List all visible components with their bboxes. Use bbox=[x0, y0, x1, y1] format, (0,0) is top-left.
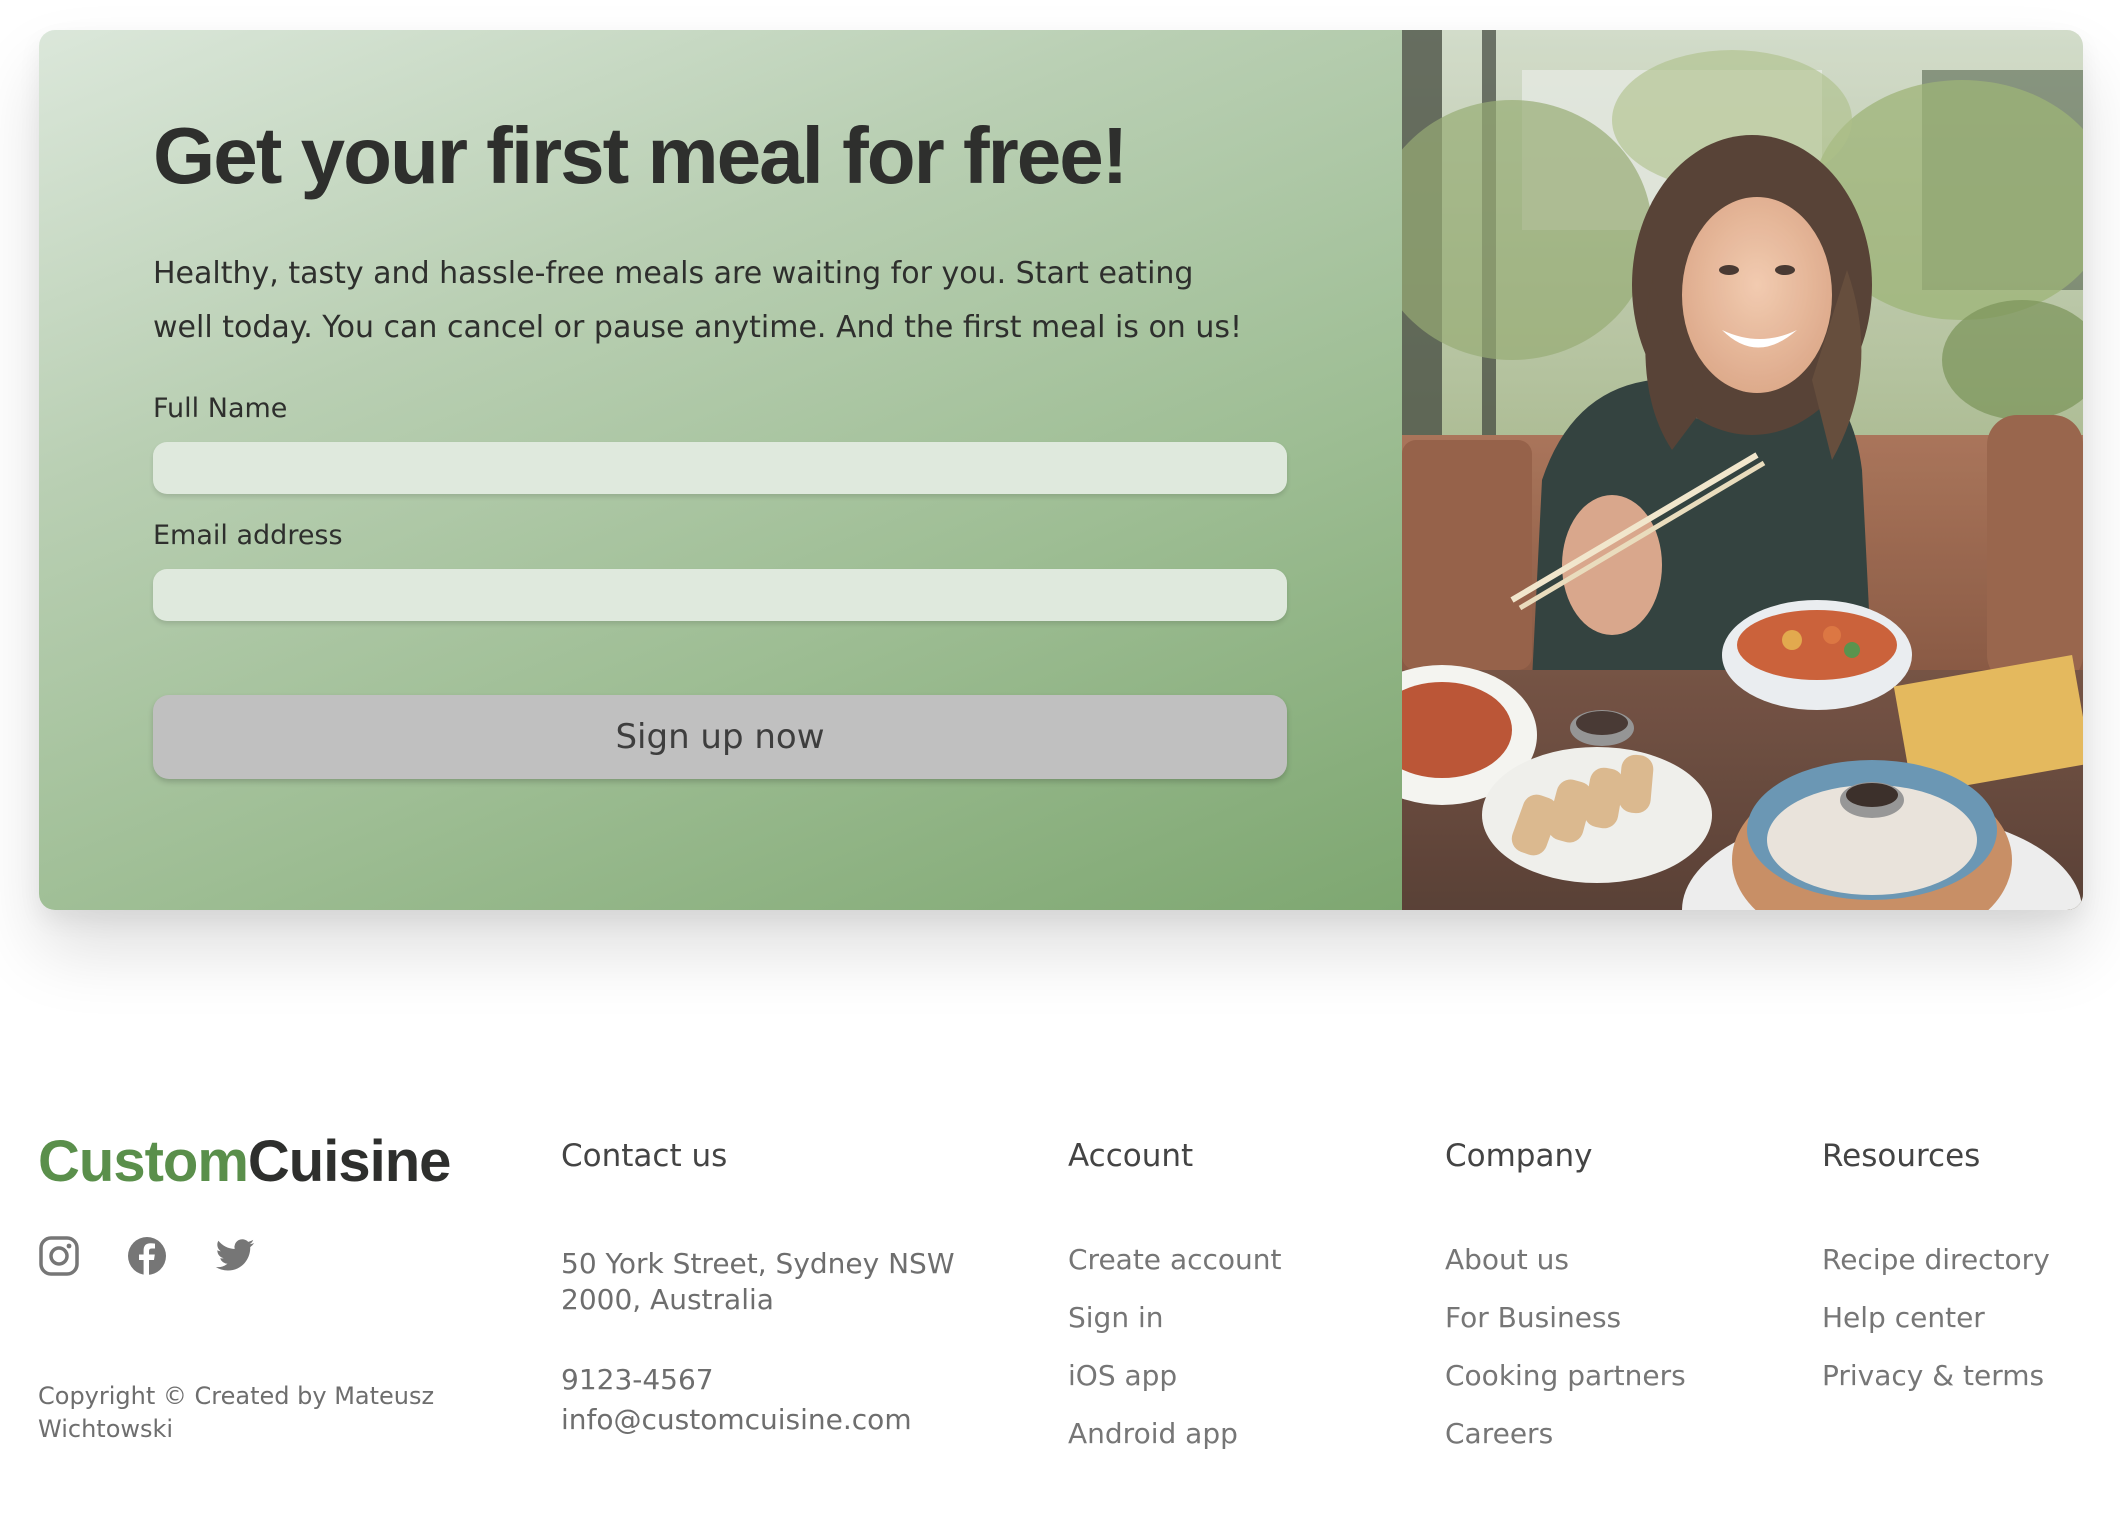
footer-column-company: Company About us For Business Cooking pa… bbox=[1445, 1138, 1686, 1450]
email-input[interactable] bbox=[153, 569, 1287, 621]
footer-column-resources: Resources Recipe directory Help center P… bbox=[1822, 1138, 2050, 1392]
copyright-text: Copyright © Created by Mateusz Wichtowsk… bbox=[38, 1382, 435, 1443]
brand-logo[interactable]: CustomCuisine bbox=[38, 1129, 451, 1194]
twitter-icon[interactable] bbox=[214, 1235, 256, 1277]
contact-details: 9123-4567 info@customcuisine.com bbox=[561, 1360, 912, 1440]
full-name-label: Full Name bbox=[153, 393, 288, 424]
sign-up-button[interactable]: Sign up now bbox=[153, 695, 1287, 779]
privacy-terms-link[interactable]: Privacy & terms bbox=[1822, 1359, 2044, 1392]
signup-form: Full Name Email address Sign up now bbox=[153, 393, 1288, 779]
address-line-2: 2000, Australia bbox=[561, 1283, 774, 1316]
email-link[interactable]: info@customcuisine.com bbox=[561, 1403, 912, 1436]
cta-photo bbox=[1402, 30, 2083, 910]
recipe-directory-link[interactable]: Recipe directory bbox=[1822, 1243, 2050, 1276]
cta-description: Healthy, tasty and hassle-free meals are… bbox=[153, 256, 1243, 345]
phone-link[interactable]: 9123-4567 bbox=[561, 1363, 714, 1396]
resources-links: Recipe directory Help center Privacy & t… bbox=[1822, 1240, 2102, 1414]
cta-card: Get your first meal for free! Healthy, t… bbox=[39, 30, 2083, 910]
contact-heading: Contact us bbox=[561, 1138, 728, 1174]
address-line-1: 50 York Street, Sydney NSW bbox=[561, 1247, 955, 1280]
company-heading: Company bbox=[1445, 1138, 1593, 1174]
woman-eating-dumplings-photo bbox=[1402, 30, 2083, 910]
cta-title: Get your first meal for free! bbox=[153, 111, 1128, 200]
careers-link[interactable]: Careers bbox=[1445, 1417, 1553, 1450]
ios-app-link[interactable]: iOS app bbox=[1068, 1359, 1177, 1392]
company-links: About us For Business Cooking partners C… bbox=[1445, 1240, 1805, 1472]
account-heading: Account bbox=[1068, 1138, 1194, 1174]
logo-part-custom: Custom bbox=[38, 1129, 249, 1194]
help-center-link[interactable]: Help center bbox=[1822, 1301, 1985, 1334]
contact-address: 50 York Street, Sydney NSW 2000, Austral… bbox=[561, 1246, 955, 1318]
sign-in-link[interactable]: Sign in bbox=[1068, 1301, 1164, 1334]
resources-heading: Resources bbox=[1822, 1138, 1981, 1174]
account-links: Create account Sign in iOS app Android a… bbox=[1068, 1240, 1428, 1472]
for-business-link[interactable]: For Business bbox=[1445, 1301, 1621, 1334]
full-name-input[interactable] bbox=[153, 442, 1287, 494]
facebook-icon[interactable] bbox=[126, 1235, 168, 1277]
logo-part-cuisine: Cuisine bbox=[247, 1129, 451, 1194]
email-label: Email address bbox=[153, 520, 343, 551]
android-app-link[interactable]: Android app bbox=[1068, 1417, 1238, 1450]
instagram-icon[interactable] bbox=[38, 1235, 80, 1277]
footer-column-account: Account Create account Sign in iOS app A… bbox=[1068, 1138, 1282, 1450]
footer-column-contact: Contact us 50 York Street, Sydney NSW 20… bbox=[561, 1138, 955, 1436]
create-account-link[interactable]: Create account bbox=[1068, 1243, 1282, 1276]
about-us-link[interactable]: About us bbox=[1445, 1243, 1569, 1276]
social-links bbox=[38, 1235, 256, 1277]
cooking-partners-link[interactable]: Cooking partners bbox=[1445, 1359, 1686, 1392]
cta-form-panel: Get your first meal for free! Healthy, t… bbox=[39, 30, 1402, 910]
